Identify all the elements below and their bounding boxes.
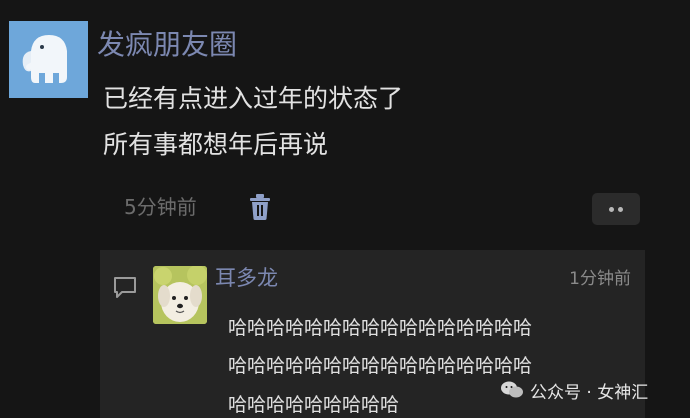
watermark-text: 公众号 · 女神汇 bbox=[530, 382, 649, 403]
dog-avatar[interactable] bbox=[153, 266, 207, 324]
wechat-icon bbox=[500, 380, 524, 400]
trash-icon[interactable] bbox=[248, 193, 272, 221]
watermark: 公众号 · 女神汇 bbox=[500, 376, 648, 404]
comment-bubble-icon bbox=[112, 274, 138, 300]
post-time: 5分钟前 bbox=[124, 195, 197, 219]
dot bbox=[609, 207, 614, 212]
comment-text-line: 哈哈哈哈哈哈哈哈哈哈哈哈哈哈哈哈 bbox=[228, 355, 533, 377]
post-content-line: 已经有点进入过年的状态了 bbox=[103, 84, 404, 113]
commenter-name[interactable]: 耳多龙 bbox=[215, 264, 278, 292]
comment-text-line: 哈哈哈哈哈哈哈哈哈 bbox=[228, 394, 400, 416]
post-username[interactable]: 发疯朋友圈 bbox=[97, 28, 237, 62]
white-elephant-avatar[interactable] bbox=[9, 21, 88, 98]
comment-text-line: 哈哈哈哈哈哈哈哈哈哈哈哈哈哈哈哈 bbox=[228, 317, 533, 339]
comment-time: 1分钟前 bbox=[569, 269, 631, 289]
dot bbox=[618, 207, 623, 212]
more-dots-icon[interactable] bbox=[592, 193, 640, 225]
moments-post: 发疯朋友圈 已经有点进入过年的状态了 所有事都想年后再说 5分钟前 耳多龙 1分… bbox=[0, 0, 690, 418]
post-content-line: 所有事都想年后再说 bbox=[103, 130, 329, 159]
